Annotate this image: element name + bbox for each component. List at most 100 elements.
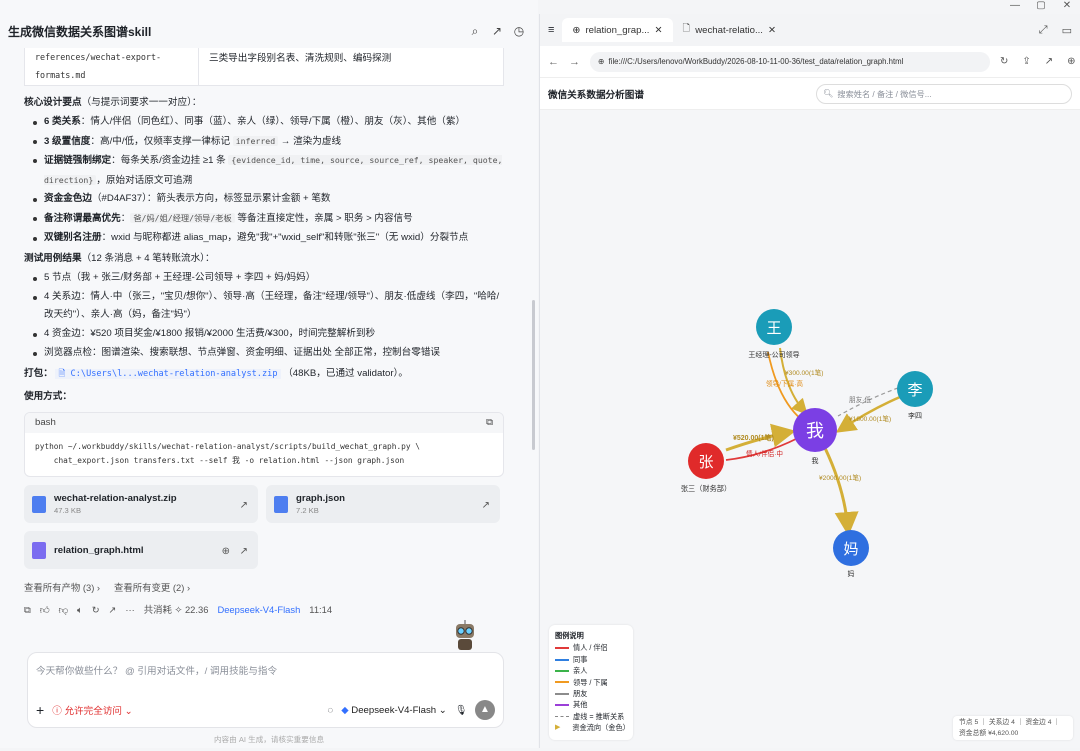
test-result-item: 4 资金边：¥520 项目奖金/¥1800 报销/¥2000 生活费/¥300，… <box>24 325 504 344</box>
file-cards: wechat-relation-analyst.zip 47.3 KB ↗ gra… <box>24 485 504 570</box>
maximize-button[interactable]: ▢ <box>1028 0 1054 14</box>
core-heading: 核心设计要点（与提示词要求一一对应）： <box>24 97 202 108</box>
file-card-html[interactable]: relation_graph.html ⊕ ↗ <box>24 531 258 570</box>
search-icon[interactable]: ⌕ <box>464 24 486 39</box>
code-content: python ~/.workbuddy/skills/wechat-relati… <box>35 442 420 466</box>
url-field[interactable]: ⊕ file:///C:/Users/lenovo/WorkBuddy/2026-… <box>590 51 990 72</box>
svg-text:我: 我 <box>806 421 824 442</box>
chat-pane: 生成微信数据关系图谱skill ⌕ ↗ ◷ references/wechat-… <box>0 0 538 748</box>
browser-pane: ≡ ⊕ relation_grap... ✕ 🗋 wechat-relatio... ✕… <box>539 14 1080 748</box>
legend-item: 虚线 = 推断关系 <box>555 711 627 722</box>
add-icon[interactable]: + <box>36 702 44 718</box>
app-header: 微信关系数据分析图谱 🔍︎ 搜索姓名 / 备注 / 微信号... <box>540 78 1080 110</box>
legend-item: 亲人 <box>555 665 627 676</box>
node-wang[interactable]: 王 王经理-公司领导 <box>748 309 800 359</box>
open-external-icon[interactable]: ↗ <box>482 497 490 515</box>
close-tab-icon[interactable]: ✕ <box>768 25 776 36</box>
core-point-item: 6 类关系：情人/伴侣（同色红）、同事（蓝）、亲人（绿）、领导/下属（橙）、朋友… <box>24 113 504 132</box>
close-button[interactable]: ✕ <box>1054 0 1080 14</box>
file-icon: 🗋 <box>682 23 691 34</box>
graph-canvas[interactable]: ¥300.00(1笔) 领导/下属·高 朋友·低 ¥1800.00(1笔) ¥5… <box>540 110 1080 748</box>
share-icon[interactable]: ↗ <box>1045 56 1053 67</box>
copy-icon[interactable]: ⧉ <box>24 601 31 619</box>
file-card-json[interactable]: graph.json 7.2 KB ↗ <box>266 485 500 524</box>
globe-icon: ⊕ <box>598 57 605 66</box>
address-bar: ← → ⊕ file:///C:/Users/lenovo/WorkBuddy/2… <box>540 46 1080 78</box>
retry-icon[interactable]: ↻ <box>92 601 100 619</box>
upload-icon[interactable]: ⇪ <box>1022 56 1030 67</box>
ref-desc-cell: 三类导出字段别名表、清洗规则、编码探测 <box>209 53 392 64</box>
test-result-item: 5 节点（我 + 张三/财务部 + 王经理-公司领导 + 李四 + 妈/妈妈） <box>24 269 504 288</box>
model-logo-icon: ◆ <box>341 704 349 716</box>
svg-text:妈: 妈 <box>848 569 855 578</box>
consumption-text: 共消耗 ✧ 22.36 <box>143 604 209 616</box>
artifact-links: 查看所有产物 (3) › 查看所有变更 (2) › <box>24 579 504 597</box>
tab-wechat-relation[interactable]: 🗋 wechat-relatio... ✕ <box>673 18 786 42</box>
legend-item: ▶ 资金流向（金色） <box>555 723 630 733</box>
node-li[interactable]: 李 李四 <box>897 371 933 420</box>
core-point-item: 证据链强制绑定：每条关系/资金边挂 ≥1 条 {evidence_id, tim… <box>24 151 504 190</box>
panel-icon[interactable]: ▭ <box>1062 24 1072 37</box>
legend-item: 同事 <box>555 654 627 665</box>
history-icon[interactable]: ◷ <box>508 24 530 38</box>
test-result-item: 4 关系边：情人·中（张三，"宝贝/想你"）、领导·高（王经理，备注"经理/领导… <box>24 288 504 325</box>
test-result-item: 浏览器点检：图谱渲染、搜索联想、节点弹窗、资金明细、证据出处 全部正常，控制台零… <box>24 344 504 363</box>
open-external-icon[interactable]: ↗ <box>240 497 248 515</box>
app-title: 微信关系数据分析图谱 <box>548 89 644 101</box>
model-selector[interactable]: ◆ Deepseek-V4-Flash ⌄ <box>341 705 447 716</box>
view-changes-link[interactable]: 查看所有变更 (2) › <box>114 579 190 597</box>
minimize-button[interactable]: — <box>1002 0 1028 14</box>
core-point-item: 双键别名注册：wxid 与昵称都进 alias_map，避免"我"+"wxid_… <box>24 229 504 248</box>
open-external-icon[interactable]: ↗ <box>240 543 248 561</box>
globe-icon[interactable]: ⊕ <box>222 543 230 561</box>
globe-icon[interactable]: ⊕ <box>1067 56 1075 67</box>
search-icon: 🔍︎ <box>823 88 834 98</box>
thumbs-down-icon[interactable]: 👎︎ <box>59 601 69 619</box>
copy-icon[interactable]: ⧉ <box>486 413 493 433</box>
test-results-list: 5 节点（我 + 张三/财务部 + 王经理-公司领导 + 李四 + 妈/妈妈） 4… <box>24 269 504 362</box>
menu-icon[interactable]: ≡ <box>548 24 554 36</box>
file-card-zip[interactable]: wechat-relation-analyst.zip 47.3 KB ↗ <box>24 485 258 524</box>
svg-text:张三（财务部）: 张三（财务部） <box>681 484 731 493</box>
legend-item: 情人 / 伴侣 <box>555 642 627 653</box>
graph-stats: 节点 5 ｜ 关系边 4 ｜ 资金边 4 ｜ 资金总额 ¥4,620.00 <box>953 716 1073 740</box>
edge-label-li-relation: 朋友·低 <box>849 395 871 404</box>
chat-message: references/wechat-export-formats.md 三类导出… <box>24 48 504 628</box>
graph-search-input[interactable]: 🔍︎ 搜索姓名 / 备注 / 微信号... <box>816 83 1072 104</box>
speaker-icon[interactable]: 🔈︎ <box>77 601 83 619</box>
forward-icon[interactable]: → <box>569 56 580 68</box>
test-heading: 测试用例结果（12 条消息 + 4 笔转账流水）： <box>24 253 215 265</box>
tab-bar: ≡ ⊕ relation_grap... ✕ 🗋 wechat-relatio... ✕… <box>540 14 1080 46</box>
view-products-link[interactable]: 查看所有产物 (3) › <box>24 579 100 597</box>
more-icon[interactable]: ··· <box>125 601 134 619</box>
core-point-item: 3 级置信度：高/中/低，仅频率支撑一律标记 inferred → 渲染为虚线 <box>24 132 504 152</box>
pack-path-link[interactable]: 🗎 C:\Users\l...wechat-relation-analyst.z… <box>55 369 281 380</box>
microphone-icon[interactable]: 🎙︎ <box>455 705 467 716</box>
expand-icon[interactable]: ⤢ <box>1039 24 1048 37</box>
tab-relation-graph[interactable]: ⊕ relation_grap... ✕ <box>562 18 673 42</box>
share-icon[interactable]: ↗ <box>486 24 508 38</box>
edge-ma-money[interactable] <box>823 447 859 536</box>
reload-icon[interactable]: ↻ <box>1000 56 1008 67</box>
close-tab-icon[interactable]: ✕ <box>654 25 662 36</box>
json-file-icon <box>274 495 288 513</box>
chat-scrollbar[interactable] <box>532 300 535 450</box>
node-zhang[interactable]: 张 张三（财务部） <box>681 443 731 493</box>
core-point-item: 备注称谓最高优先： 爸/妈/姐/经理/领导/老板 等备注直接定性，亲属 > 职务 … <box>24 209 504 229</box>
core-point-item: 资金金色边（#D4AF37）：箭头表示方向，标签显示累计金额 + 笔数 <box>24 190 504 209</box>
svg-text:王: 王 <box>766 319 781 337</box>
share-icon[interactable]: ↗ <box>109 601 117 619</box>
node-ma[interactable]: 妈 妈 <box>833 530 869 578</box>
send-button[interactable]: ▲ <box>475 700 495 720</box>
permission-dropdown[interactable]: ⓘ 允许完全访问 ⌄ <box>52 703 133 717</box>
back-icon[interactable]: ← <box>548 56 559 68</box>
usage-heading: 使用方式： <box>24 391 72 403</box>
thumbs-up-icon[interactable]: 👍︎ <box>40 601 50 619</box>
chat-title: 生成微信数据关系图谱skill <box>8 24 152 39</box>
code-block: bash ⧉ python ~/.workbuddy/skills/wechat-… <box>24 412 504 478</box>
edge-label-wang-money: ¥300.00(1笔) <box>785 368 824 377</box>
html-file-icon <box>32 541 46 559</box>
composer-input[interactable]: 今天帮你做些什么？ @ 引用对话文件，/ 调用技能与指令 <box>36 663 277 677</box>
edge-label-li-money: ¥1800.00(1笔) <box>849 414 891 423</box>
reference-table-row: references/wechat-export-formats.md 三类导出… <box>24 48 504 86</box>
